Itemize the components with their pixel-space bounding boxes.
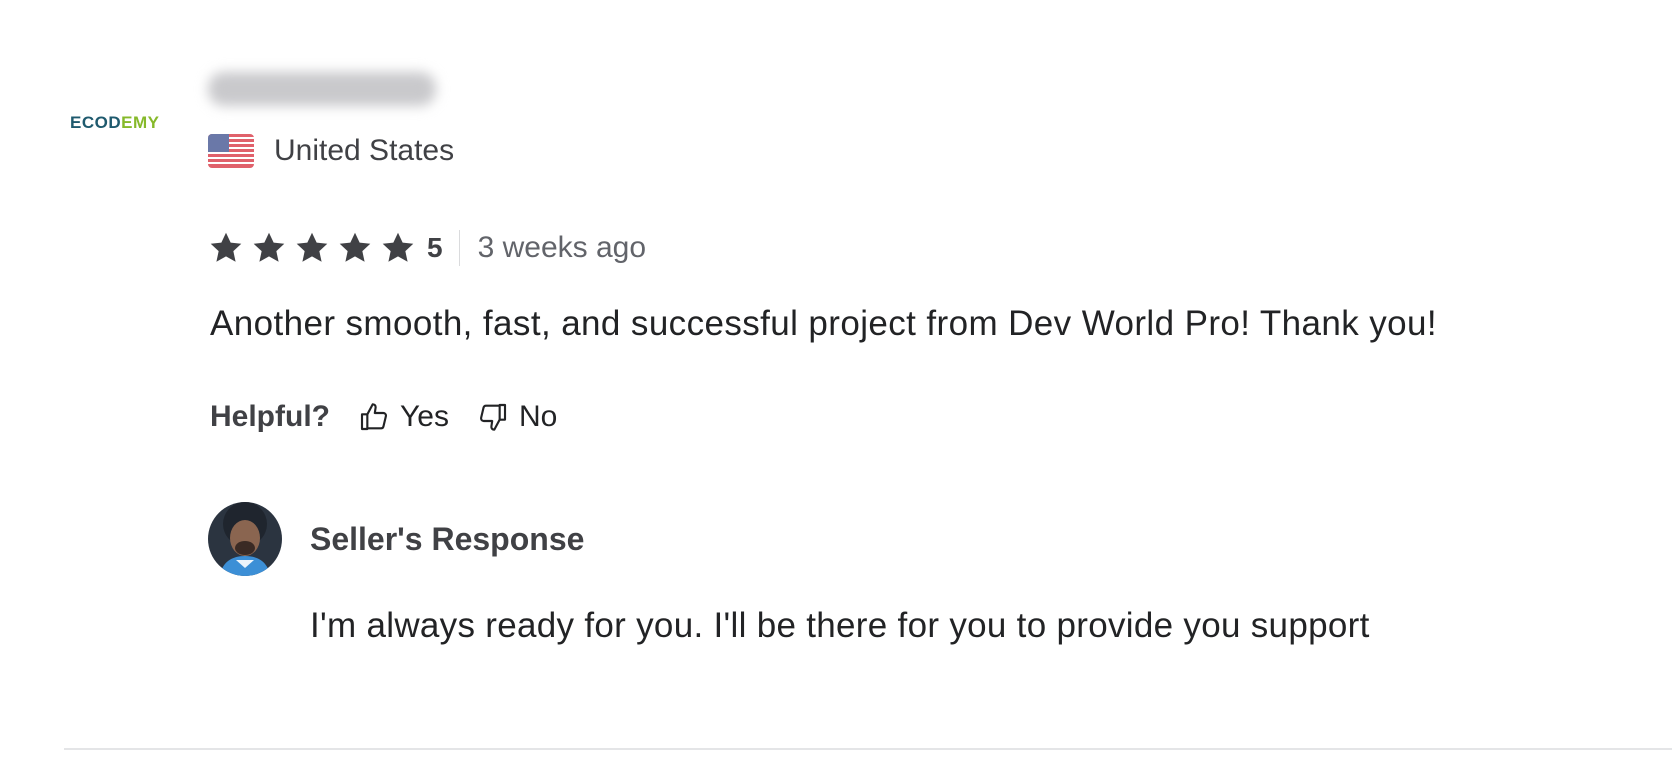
country-name: United States	[274, 134, 455, 167]
star-icon	[382, 232, 414, 262]
thumbs-down-icon	[479, 403, 507, 431]
review-time: 3 weeks ago	[477, 231, 647, 264]
seller-response-header: Seller's Response	[208, 502, 584, 576]
reviewer-logo[interactable]: ECODEMY	[70, 113, 159, 133]
seller-response-title: Seller's Response	[310, 520, 585, 557]
star-icon	[339, 232, 371, 262]
reviewer-country: United States	[208, 134, 454, 168]
thumbs-up-icon	[360, 403, 388, 431]
helpful-no-button[interactable]: No	[477, 400, 557, 434]
review-separator	[64, 748, 1672, 750]
helpful-row: Helpful? Yes No	[210, 395, 585, 439]
helpful-yes-label: Yes	[400, 400, 449, 433]
seller-avatar[interactable]	[208, 502, 282, 576]
seller-response-text: I'm always ready for you. I'll be there …	[310, 606, 1370, 645]
us-flag-icon	[208, 134, 254, 168]
helpful-no-label: No	[518, 400, 558, 433]
review-text: Another smooth, fast, and successful pro…	[210, 304, 1438, 343]
helpful-yes-button[interactable]: Yes	[358, 400, 449, 434]
star-icon	[296, 232, 328, 262]
star-icon	[210, 232, 242, 262]
divider	[458, 230, 460, 266]
helpful-label: Helpful?	[210, 400, 330, 433]
review-card: ECODEMY United States 5 3 weeks ago Anot…	[0, 0, 1672, 758]
rating-row: 5 3 weeks ago	[208, 228, 646, 268]
star-rating	[208, 230, 423, 266]
rating-value: 5	[427, 232, 443, 263]
star-icon	[253, 232, 285, 262]
reviewer-username-blurred	[208, 72, 436, 106]
